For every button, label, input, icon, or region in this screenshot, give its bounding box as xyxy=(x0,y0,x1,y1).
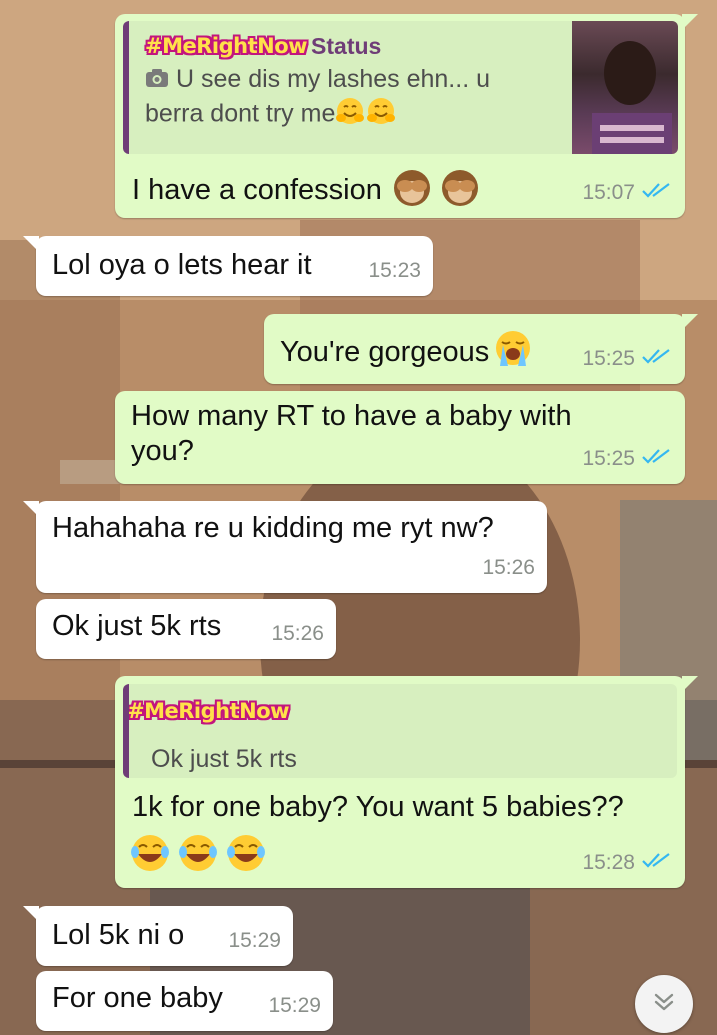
message-time: 15:29 xyxy=(228,929,281,952)
message-time: 15:28 xyxy=(582,851,635,874)
message-time: 15:25 xyxy=(582,447,635,470)
message-text-line1: How many RT to have a baby with xyxy=(131,400,572,432)
reply-text-line2: berra dont try me xyxy=(145,100,336,128)
read-ticks-icon xyxy=(641,845,671,880)
message-text: 1k for one baby? You want 5 babies?? xyxy=(132,791,624,823)
message-time: 15:26 xyxy=(271,622,324,645)
message-time: 15:29 xyxy=(268,994,321,1017)
camera-icon xyxy=(145,64,169,96)
status-photo-thumbnail xyxy=(572,21,678,154)
message-text: Hahahaha re u kidding me ryt nw? xyxy=(52,512,494,544)
message-text: Lol 5k ni o xyxy=(52,919,185,951)
message-bubble-outgoing[interactable]: You're gorgeous 15:25 xyxy=(264,314,698,384)
message-text: For one baby xyxy=(52,982,223,1014)
message-text-line2: you? xyxy=(131,435,194,467)
message-time: 15:23 xyxy=(368,259,421,282)
message-text: You're gorgeous xyxy=(280,336,490,368)
message-bubble-outgoing[interactable]: How many RT to have a baby with you? 15:… xyxy=(115,391,685,484)
reply-text: Ok just 5k rts xyxy=(151,745,297,773)
reply-quote[interactable]: #MeRightNow Status U see dis my lashes e… xyxy=(123,21,678,154)
message-time: 15:26 xyxy=(482,556,535,579)
reply-quote[interactable]: #MeRightNow Ok just 5k rts xyxy=(123,684,677,778)
reply-text-line1: U see dis my lashes ehn... u xyxy=(175,65,490,93)
message-text: Lol oya o lets hear it xyxy=(52,249,312,281)
message-bubble-outgoing[interactable]: #MeRightNow Ok just 5k rts 1k for one ba… xyxy=(115,676,698,888)
message-bubble-incoming[interactable]: Hahahaha re u kidding me ryt nw? 15:26 xyxy=(23,501,547,593)
scroll-to-bottom-button[interactable] xyxy=(635,975,693,1033)
merightnow-sticker: #MeRightNow xyxy=(145,33,308,58)
loudly-crying-face-emoji xyxy=(491,328,535,377)
message-bubble-outgoing[interactable]: #MeRightNow Status U see dis my lashes e… xyxy=(115,14,698,218)
message-time: 15:25 xyxy=(582,347,635,370)
reply-source-label: Status xyxy=(311,32,382,59)
merightnow-sticker: #MeRightNow xyxy=(127,699,290,723)
double-chevron-down-icon xyxy=(651,989,677,1020)
message-bubble-incoming[interactable]: Lol 5k ni o 15:29 xyxy=(23,906,293,966)
see-no-evil-monkey-emoji xyxy=(390,164,482,217)
face-with-tears-of-joy-emoji xyxy=(129,832,269,883)
read-ticks-icon xyxy=(641,441,671,476)
message-bubble-incoming[interactable]: Lol oya o lets hear it 15:23 xyxy=(23,236,433,296)
hugging-face-emoji xyxy=(335,96,397,134)
message-time: 15:07 xyxy=(582,181,635,204)
message-text: Ok just 5k rts xyxy=(52,610,222,642)
read-ticks-icon xyxy=(641,341,671,376)
message-bubble-incoming[interactable]: Ok just 5k rts 15:26 xyxy=(36,599,336,659)
message-text: I have a confession xyxy=(132,174,382,206)
read-ticks-icon xyxy=(641,175,671,210)
message-bubble-incoming[interactable]: For one baby 15:29 xyxy=(36,971,333,1031)
